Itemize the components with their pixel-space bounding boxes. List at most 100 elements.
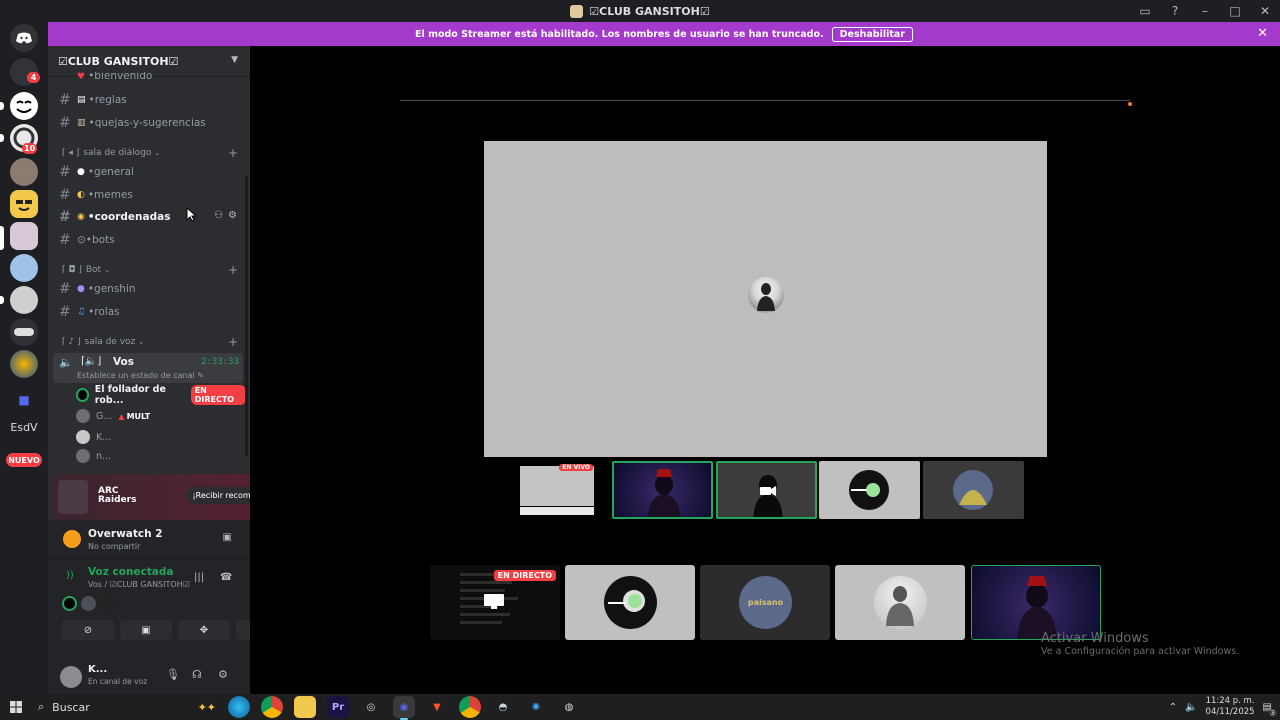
discord-taskbar-icon[interactable]: ◉ xyxy=(393,696,415,720)
add-channel-icon[interactable]: + xyxy=(228,263,238,277)
maximize-button[interactable]: □ xyxy=(1220,0,1250,22)
disable-streamer-button[interactable]: Deshabilitar xyxy=(831,26,913,42)
battle-net-icon[interactable]: ✺ xyxy=(525,696,547,718)
voice-connected-channel[interactable]: Vos / ☑CLUB GANSITOH☑ xyxy=(88,580,190,589)
server-icon-active[interactable] xyxy=(10,222,38,250)
gear-icon[interactable]: ⚙ xyxy=(228,210,237,221)
voice-user[interactable]: n... xyxy=(76,448,246,464)
close-button[interactable]: ✕ xyxy=(1250,0,1280,22)
participant-tile[interactable]: paisano xyxy=(700,565,830,640)
participant-thumbnail[interactable] xyxy=(819,461,920,519)
scrollbar[interactable] xyxy=(245,176,248,456)
masks-emoji-icon: ◐ xyxy=(77,190,85,200)
channel-rolas[interactable]: # ♫ •rolas xyxy=(53,301,243,323)
participant-thumbnail[interactable] xyxy=(716,461,817,519)
add-channel-icon[interactable]: + xyxy=(228,146,238,160)
taskbar-search[interactable]: ⌕ Buscar ✦✦ xyxy=(32,694,222,720)
edge-icon[interactable] xyxy=(228,696,250,718)
participant-thumbnail[interactable] xyxy=(612,461,713,519)
voice-user[interactable]: El follador de rob... EN DIRECTO xyxy=(76,384,246,406)
channel-quejas[interactable]: # ▥ •quejas-y-sugerencias xyxy=(53,112,243,134)
discord-home-button[interactable] xyxy=(10,24,38,52)
overwatch-taskbar-icon[interactable]: ◍ xyxy=(558,696,580,718)
premiere-icon[interactable]: Pr xyxy=(327,696,349,718)
server-icon[interactable] xyxy=(10,190,38,218)
server-pill xyxy=(0,134,4,142)
chevron-up-icon[interactable]: ⌃ xyxy=(1169,702,1177,713)
stream-thumbnail[interactable]: EN VIVO xyxy=(518,461,596,519)
channel-reglas[interactable]: # ▤ •reglas xyxy=(53,89,243,111)
category-sala-voz[interactable]: ⌈ ♪ ⌋ sala de voz ⌄ + xyxy=(62,334,240,350)
channel-controls: ⚇ ⚙ xyxy=(214,210,237,221)
notification-icon[interactable]: ▤ 3 xyxy=(1263,702,1277,717)
promo-logo-line: Raiders xyxy=(98,495,137,505)
participant-tile[interactable] xyxy=(835,565,965,640)
clock[interactable]: 11:24 p. m. 04/11/2025 xyxy=(1206,696,1255,718)
stream-tile[interactable]: EN DIRECTO xyxy=(430,565,560,640)
invite-icon[interactable]: ⚇ xyxy=(214,210,223,221)
server-icon[interactable] xyxy=(10,286,38,314)
voice-user[interactable]: G... ▲ MULT xyxy=(76,406,246,426)
search-icon: ⌕ xyxy=(38,700,45,713)
headphones-icon[interactable]: ☊ xyxy=(192,668,202,681)
voice-user[interactable]: K... xyxy=(76,427,246,447)
server-pill-active xyxy=(0,226,4,250)
brave-icon[interactable]: ▼ xyxy=(426,696,448,718)
participant-tile[interactable] xyxy=(565,565,695,640)
speech-bubble-emoji-icon: ● xyxy=(77,167,85,177)
category-label: sala de voz xyxy=(84,337,136,347)
channel-sidebar: ☑CLUB GANSITOH☑ ▼ ♥ •bienvenido # ▤ •reg… xyxy=(48,46,290,694)
server-icon[interactable] xyxy=(10,254,38,282)
channel-memes[interactable]: # ◐ •memes xyxy=(53,184,243,206)
channel-coordenadas[interactable]: # ◉ •coordenadas ⚇ ⚙ xyxy=(53,206,243,228)
channel-bienvenido[interactable]: ♥ •bienvenido xyxy=(53,72,243,82)
signal-icon[interactable]: )) xyxy=(66,570,74,581)
category-sala-dialogo[interactable]: ⌈ ◂ ⌋ sala de diálogo ⌄ + xyxy=(62,145,240,161)
participant-tile[interactable] xyxy=(971,565,1101,640)
start-button[interactable] xyxy=(0,694,32,720)
category-bot[interactable]: ⌈ ◘ ⌋ Bot ⌄ + xyxy=(62,262,240,278)
voice-channel-vos[interactable]: 🔈 ⌈🔈⌋ Vos 2:33:33 Establece un estado de… xyxy=(53,353,243,383)
server-text-icon[interactable]: EsdV xyxy=(0,421,48,434)
add-channel-icon[interactable]: + xyxy=(228,335,238,349)
camera-off-button[interactable]: ⊘ xyxy=(62,620,114,640)
inbox-icon[interactable]: ▭ xyxy=(1130,0,1160,22)
server-icon[interactable] xyxy=(10,92,38,120)
watermark-subtitle: Ve a Configuración para activar Windows. xyxy=(1041,646,1240,657)
channel-general[interactable]: # ● •general xyxy=(53,161,243,183)
chrome-icon[interactable] xyxy=(459,696,481,718)
folder-icon[interactable]: ■ xyxy=(10,386,38,414)
app-icon[interactable]: ◎ xyxy=(360,696,382,718)
close-icon[interactable]: ✕ xyxy=(1257,26,1268,41)
volume-icon[interactable]: 🔈 xyxy=(1185,702,1197,713)
server-icon[interactable] xyxy=(10,158,38,186)
server-pill xyxy=(0,296,4,304)
microphone-icon[interactable]: 🎙 xyxy=(166,668,180,681)
avatar xyxy=(100,596,115,611)
user-avatar[interactable] xyxy=(60,666,82,688)
focused-stream[interactable] xyxy=(484,141,1047,457)
disconnect-icon[interactable]: ☎ xyxy=(220,572,232,583)
channel-status-prompt[interactable]: Establece un estado de canal ✎ xyxy=(77,371,204,380)
channel-bots[interactable]: # ⊙•bots xyxy=(53,229,243,251)
screen-share-button[interactable]: ▣ xyxy=(120,620,172,640)
gear-icon[interactable]: ⚙ xyxy=(218,668,228,681)
server-icon[interactable] xyxy=(10,350,38,378)
user-panel: K... En canal de voz 🎙 ☊ ⚙ xyxy=(48,664,250,694)
server-icon[interactable] xyxy=(10,318,38,346)
noise-suppression-icon[interactable]: ||| xyxy=(194,572,204,583)
speaker-icon: 🔈 xyxy=(59,356,73,369)
chevron-down-icon: ▼ xyxy=(231,55,238,65)
live-badge: EN VIVO xyxy=(559,464,593,471)
steam-icon[interactable]: ◓ xyxy=(492,696,514,718)
channel-genshin[interactable]: # ● •genshin xyxy=(53,278,243,300)
chrome-icon[interactable] xyxy=(261,696,283,718)
share-screen-icon[interactable]: ▣ xyxy=(223,532,232,543)
file-explorer-icon[interactable] xyxy=(294,696,316,718)
minimize-button[interactable]: – xyxy=(1190,0,1220,22)
participant-thumbnail[interactable] xyxy=(923,461,1024,519)
fire-icon: ▲ xyxy=(118,411,125,421)
system-tray: ⌃ 🔈 11:24 p. m. 04/11/2025 ▤ 3 xyxy=(1169,694,1280,720)
help-icon[interactable]: ? xyxy=(1160,0,1190,22)
activities-button[interactable]: ✥ xyxy=(178,620,230,640)
